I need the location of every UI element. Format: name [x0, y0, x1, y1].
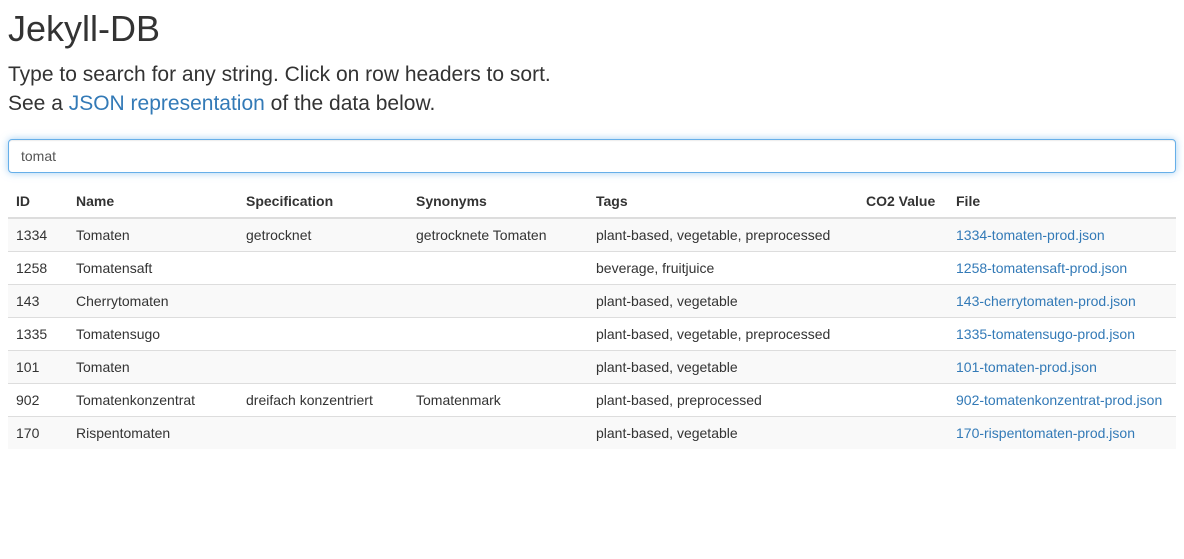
table-row: 1335Tomatensugo plant-based, vegetable, p… — [8, 317, 1176, 350]
cell-name: Tomatenkonzentrat — [68, 383, 238, 416]
cell-synonyms — [408, 284, 588, 317]
cell-name: Rispentomaten — [68, 416, 238, 449]
table-row: 1334Tomatengetrocknetgetrocknete Tomaten… — [8, 218, 1176, 252]
cell-id: 1334 — [8, 218, 68, 252]
cell-specification — [238, 416, 408, 449]
cell-synonyms: Tomatenmark — [408, 383, 588, 416]
cell-file: 170-rispentomaten-prod.json — [948, 416, 1176, 449]
cell-file: 1258-tomatensaft-prod.json — [948, 251, 1176, 284]
cell-id: 1335 — [8, 317, 68, 350]
lead-line1: Type to search for any string. Click on … — [8, 63, 551, 86]
file-link[interactable]: 1335-tomatensugo-prod.json — [956, 326, 1135, 342]
table-header-row: ID Name Specification Synonyms Tags CO2 … — [8, 185, 1176, 218]
column-header-file[interactable]: File — [948, 185, 1176, 218]
cell-name: Cherrytomaten — [68, 284, 238, 317]
page-title: Jekyll-DB — [8, 8, 1176, 50]
cell-synonyms — [408, 416, 588, 449]
cell-co2 — [858, 284, 948, 317]
cell-co2 — [858, 251, 948, 284]
column-header-synonyms[interactable]: Synonyms — [408, 185, 588, 218]
cell-tags: plant-based, vegetable — [588, 416, 858, 449]
search-input[interactable] — [8, 139, 1176, 173]
table-row: 902Tomatenkonzentratdreifach konzentrier… — [8, 383, 1176, 416]
lead-line2-prefix: See a — [8, 92, 69, 115]
column-header-specification[interactable]: Specification — [238, 185, 408, 218]
cell-co2 — [858, 416, 948, 449]
file-link[interactable]: 101-tomaten-prod.json — [956, 359, 1097, 375]
file-link[interactable]: 1334-tomaten-prod.json — [956, 227, 1105, 243]
lead-text: Type to search for any string. Click on … — [8, 60, 1176, 119]
cell-specification: getrocknet — [238, 218, 408, 252]
file-link[interactable]: 143-cherrytomaten-prod.json — [956, 293, 1136, 309]
cell-co2 — [858, 350, 948, 383]
cell-specification — [238, 284, 408, 317]
cell-name: Tomaten — [68, 350, 238, 383]
cell-id: 170 — [8, 416, 68, 449]
cell-name: Tomaten — [68, 218, 238, 252]
cell-tags: plant-based, vegetable, preprocessed — [588, 317, 858, 350]
cell-id: 101 — [8, 350, 68, 383]
cell-co2 — [858, 317, 948, 350]
file-link[interactable]: 170-rispentomaten-prod.json — [956, 425, 1135, 441]
cell-tags: plant-based, preprocessed — [588, 383, 858, 416]
cell-synonyms — [408, 350, 588, 383]
cell-specification — [238, 251, 408, 284]
json-representation-link[interactable]: JSON representation — [69, 92, 265, 115]
column-header-name[interactable]: Name — [68, 185, 238, 218]
cell-tags: plant-based, vegetable — [588, 284, 858, 317]
cell-file: 902-tomatenkonzentrat-prod.json — [948, 383, 1176, 416]
table-row: 170Rispentomaten plant-based, vegetable 17… — [8, 416, 1176, 449]
file-link[interactable]: 1258-tomatensaft-prod.json — [956, 260, 1127, 276]
cell-co2 — [858, 383, 948, 416]
cell-tags: beverage, fruitjuice — [588, 251, 858, 284]
table-row: 101Tomaten plant-based, vegetable 101-toma… — [8, 350, 1176, 383]
table-row: 143Cherrytomaten plant-based, vegetable 14… — [8, 284, 1176, 317]
cell-id: 1258 — [8, 251, 68, 284]
cell-name: Tomatensugo — [68, 317, 238, 350]
cell-file: 101-tomaten-prod.json — [948, 350, 1176, 383]
cell-synonyms: getrocknete Tomaten — [408, 218, 588, 252]
cell-specification — [238, 350, 408, 383]
cell-id: 143 — [8, 284, 68, 317]
cell-file: 1334-tomaten-prod.json — [948, 218, 1176, 252]
lead-line2-suffix: of the data below. — [265, 92, 435, 115]
cell-synonyms — [408, 317, 588, 350]
cell-name: Tomatensaft — [68, 251, 238, 284]
cell-specification — [238, 317, 408, 350]
cell-id: 902 — [8, 383, 68, 416]
cell-tags: plant-based, vegetable — [588, 350, 858, 383]
cell-synonyms — [408, 251, 588, 284]
cell-file: 143-cherrytomaten-prod.json — [948, 284, 1176, 317]
cell-file: 1335-tomatensugo-prod.json — [948, 317, 1176, 350]
cell-co2 — [858, 218, 948, 252]
cell-specification: dreifach konzentriert — [238, 383, 408, 416]
column-header-co2[interactable]: CO2 Value — [858, 185, 948, 218]
data-table: ID Name Specification Synonyms Tags CO2 … — [8, 185, 1176, 449]
cell-tags: plant-based, vegetable, preprocessed — [588, 218, 858, 252]
column-header-id[interactable]: ID — [8, 185, 68, 218]
table-row: 1258Tomatensaft beverage, fruitjuice 1258-… — [8, 251, 1176, 284]
file-link[interactable]: 902-tomatenkonzentrat-prod.json — [956, 392, 1162, 408]
column-header-tags[interactable]: Tags — [588, 185, 858, 218]
